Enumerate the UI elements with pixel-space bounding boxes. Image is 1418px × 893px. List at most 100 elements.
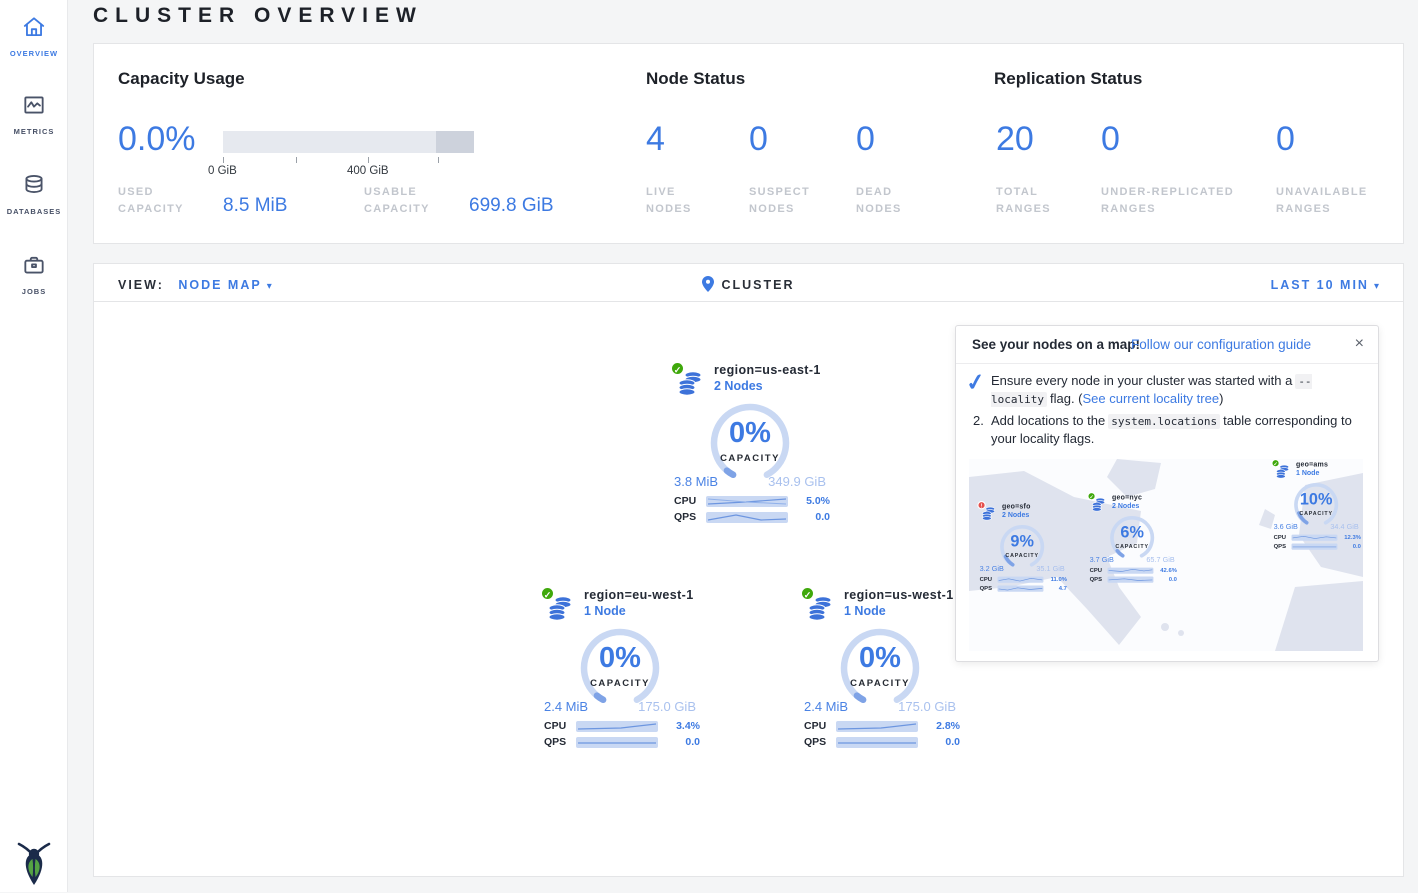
used-value: 3.6 GiB — [1274, 522, 1298, 530]
node-status-title: Node Status — [646, 69, 745, 89]
qps-sparkline — [836, 737, 918, 748]
cpu-sparkline — [1108, 567, 1154, 573]
capacity-bar — [223, 131, 474, 153]
nodes-map-help-popup: See your nodes on a map! Follow our conf… — [955, 325, 1379, 662]
sidebar-item-metrics[interactable]: METRICS — [0, 92, 68, 136]
qps-label: QPS — [1090, 576, 1108, 583]
usable-capacity-label: USABLE CAPACITY — [364, 184, 430, 218]
step-text: ) — [1219, 391, 1223, 406]
total-value: 349.9 GiB — [768, 474, 826, 489]
cpu-value: 5.0% — [788, 495, 830, 507]
sidebar-item-label: JOBS — [0, 287, 68, 296]
capacity-bar-reserved — [436, 131, 474, 153]
databases-icon — [21, 185, 47, 202]
capacity-usage-title: Capacity Usage — [118, 69, 245, 89]
qps-label: QPS — [804, 736, 836, 748]
error-badge-icon: ! — [977, 501, 985, 509]
qps-label: QPS — [1274, 543, 1292, 550]
popup-header: See your nodes on a map! Follow our conf… — [956, 326, 1378, 364]
popup-title: See your nodes on a map! — [972, 337, 1140, 352]
used-value: 3.7 GiB — [1090, 555, 1114, 563]
code-chip: system.locations — [1108, 414, 1220, 429]
node-group-geo-nyc: ✓ geo=nyc 2 Nodes 6% CAPACITY 3.7 GiB — [1084, 492, 1180, 585]
dead-nodes-value: 0 — [856, 120, 875, 159]
capacity-gauge: 0% CAPACITY — [570, 626, 670, 708]
popup-body: ✓ Ensure every node in your cluster was … — [972, 372, 1366, 452]
qps-sparkline — [1292, 543, 1338, 549]
used-capacity-value: 8.5 MiB — [223, 195, 287, 217]
step-text: Add locations to the — [991, 413, 1105, 428]
qps-label: QPS — [544, 736, 576, 748]
capacity-gauge: 0% CAPACITY — [830, 626, 930, 708]
breadcrumb[interactable]: CLUSTER — [721, 278, 794, 292]
suspect-nodes-value: 0 — [749, 120, 768, 159]
healthy-badge-icon: ✓ — [1271, 459, 1279, 467]
healthy-badge-icon: ✓ — [1087, 492, 1095, 500]
page-title: CLUSTER OVERVIEW — [93, 4, 423, 28]
total-value: 65.7 GiB — [1146, 555, 1174, 563]
qps-value: 0.0 — [788, 511, 830, 523]
database-stack-icon — [806, 609, 834, 626]
axis-tick-label: 400 GiB — [347, 165, 389, 177]
region-label: region=us-east-1 — [714, 363, 854, 377]
healthy-badge-icon: ✓ — [540, 586, 555, 601]
configuration-guide-link[interactable]: Follow our configuration guide — [1131, 337, 1311, 352]
qps-sparkline — [706, 512, 788, 523]
used-value: 2.4 MiB — [544, 699, 588, 714]
cpu-value: 12.3% — [1337, 534, 1361, 541]
total-ranges-value: 20 — [996, 120, 1034, 159]
cpu-sparkline — [836, 721, 918, 732]
region-label: geo=ams — [1296, 460, 1363, 468]
capacity-gauge: 10% CAPACITY — [1288, 481, 1344, 527]
summary-panel: Capacity Usage 0.0% 0 GiB 400 GiB USED C… — [93, 43, 1404, 244]
qps-sparkline — [1108, 576, 1154, 582]
qps-sparkline — [576, 737, 658, 748]
time-range-selector[interactable]: LAST 10 MIN — [1271, 278, 1369, 292]
qps-value: 0.0 — [1153, 576, 1177, 583]
close-icon[interactable]: × — [1355, 335, 1364, 353]
step-text: flag. ( — [1050, 391, 1083, 406]
database-stack-icon — [546, 609, 574, 626]
cpu-sparkline — [706, 496, 788, 507]
nodes-link[interactable]: 1 Node — [844, 604, 886, 618]
step-number: 2. — [973, 412, 984, 430]
sidebar-item-databases[interactable]: DATABASES — [0, 172, 68, 216]
chevron-down-icon[interactable]: ▾ — [1374, 281, 1379, 292]
total-ranges-label: TOTAL RANGES — [996, 184, 1051, 218]
unavailable-value: 0 — [1276, 120, 1295, 159]
database-stack-icon — [981, 514, 997, 524]
qps-value: 0.0 — [658, 736, 700, 748]
capacity-percent: 0% — [830, 642, 930, 675]
capacity-caption: CAPACITY — [700, 453, 800, 464]
sidebar-item-overview[interactable]: OVERVIEW — [0, 14, 68, 58]
total-value: 35.1 GiB — [1036, 564, 1064, 572]
region-label: geo=nyc — [1112, 493, 1190, 501]
used-value: 3.8 MiB — [674, 474, 718, 489]
capacity-caption: CAPACITY — [570, 678, 670, 689]
qps-value: 0.0 — [918, 736, 960, 748]
healthy-badge-icon: ✓ — [800, 586, 815, 601]
qps-sparkline — [998, 585, 1044, 591]
cpu-label: CPU — [544, 720, 576, 732]
used-value: 3.2 GiB — [980, 564, 1004, 572]
node-group-us-east-1: ✓ region=us-east-1 2 Nodes 0 — [664, 361, 836, 527]
qps-label: QPS — [980, 585, 998, 592]
node-group-us-west-1: ✓ region=us-west-1 1 Node 0% — [794, 586, 966, 752]
cpu-label: CPU — [980, 576, 998, 583]
sidebar: OVERVIEW METRICS DATABASES JOBS — [0, 0, 68, 892]
sidebar-item-jobs[interactable]: JOBS — [0, 252, 68, 296]
capacity-percent: 0% — [570, 642, 670, 675]
nodes-link[interactable]: 1 Node — [584, 604, 626, 618]
nodes-link[interactable]: 2 Nodes — [714, 379, 763, 393]
used-value: 2.4 MiB — [804, 699, 848, 714]
jobs-icon — [21, 265, 47, 282]
locality-tree-link[interactable]: See current locality tree — [1083, 391, 1220, 406]
under-replicated-value: 0 — [1101, 120, 1120, 159]
axis-tick — [368, 157, 369, 163]
region-label: geo=sfo — [1002, 502, 1080, 510]
nodes-link: 1 Node — [1296, 469, 1319, 477]
capacity-gauge: 6% CAPACITY — [1104, 514, 1160, 560]
database-stack-icon — [1091, 505, 1107, 515]
capacity-gauge: 9% CAPACITY — [994, 523, 1050, 569]
capacity-percent: 6% — [1104, 523, 1160, 541]
